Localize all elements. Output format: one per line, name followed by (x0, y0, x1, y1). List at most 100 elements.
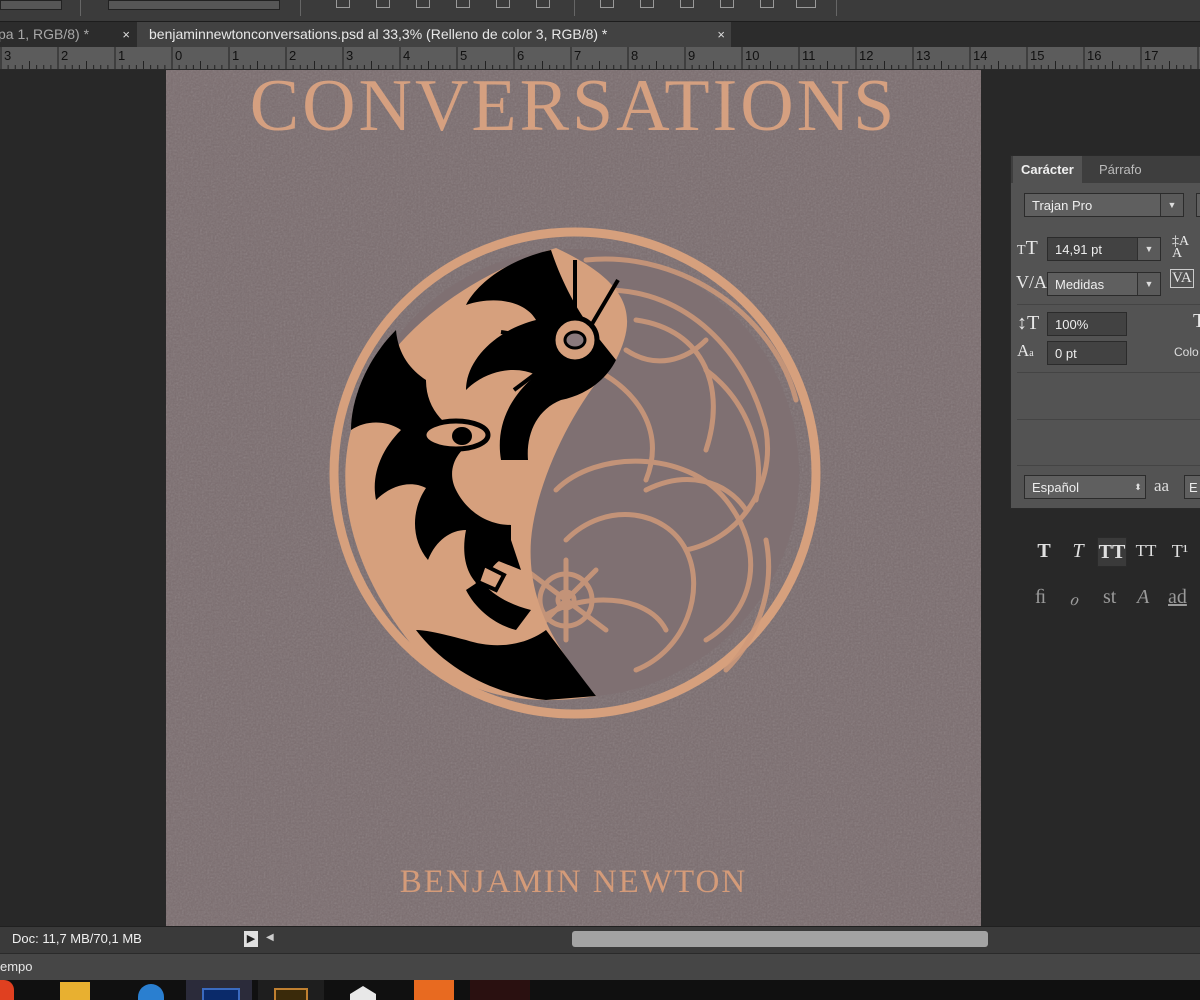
tab-benjaminnewtonconversations[interactable]: benjaminnewtonconversations.psd al 33,3%… (137, 22, 731, 47)
small-caps-button[interactable]: TT (1132, 537, 1160, 565)
chevron-updown-icon: ⬍ (1134, 482, 1142, 492)
close-icon[interactable]: × (717, 22, 725, 47)
leading-icon: ‡A A (1172, 234, 1190, 261)
superscript-button[interactable]: T¹ (1166, 537, 1194, 565)
options-checkbox-field[interactable] (108, 0, 280, 10)
start-icon[interactable] (0, 980, 14, 1000)
align-middle-icon[interactable] (376, 0, 390, 8)
chevron-down-icon: ▼ (1137, 273, 1160, 295)
stylistic-alternates-button[interactable]: ad (1168, 586, 1187, 609)
font-size-field[interactable]: 14,91 pt ▼ (1047, 237, 1161, 261)
emblem-illustration (329, 227, 821, 719)
language-value: Español (1032, 480, 1079, 495)
auto-align-icon[interactable] (796, 0, 816, 8)
distribute-middle-icon[interactable] (640, 0, 654, 8)
ruler-number: 17 (1144, 48, 1159, 63)
ruler-number: 1 (232, 48, 240, 63)
ruler-number: 3 (4, 48, 12, 63)
faux-bold-button[interactable]: T (1030, 537, 1058, 565)
ruler-number: 0 (175, 48, 183, 63)
font-size-value: 14,91 pt (1055, 242, 1102, 257)
language-dropdown[interactable]: Español ⬍ (1024, 475, 1146, 499)
document-canvas[interactable]: CONVERSATIONS BENJAMIN NEWTON (166, 70, 981, 926)
antialias-icon: aa (1154, 476, 1170, 495)
doc-size-info: Doc: 11,7 MB/70,1 MB (12, 931, 142, 946)
panel-divider (1017, 465, 1200, 466)
status-bar: Doc: 11,7 MB/70,1 MB ▶ ◀ (0, 926, 1200, 953)
distribute-left-icon[interactable] (720, 0, 734, 8)
ligatures-button[interactable]: ﬁ (1035, 586, 1046, 609)
browser-icon[interactable] (138, 984, 164, 1000)
play-icon[interactable]: ▶ (244, 931, 258, 947)
all-caps-button[interactable]: TT (1097, 537, 1127, 567)
ruler-number: 3 (346, 48, 354, 63)
kerning-value: Medidas (1055, 277, 1105, 292)
character-panel: Carácter Párrafo Trajan Pro ▼ TT 14,91 p… (1010, 155, 1200, 610)
panel-tabs: Carácter Párrafo (1011, 156, 1200, 183)
font-style-dropdown[interactable] (1196, 193, 1200, 217)
options-separator (574, 0, 575, 16)
panel-divider (1017, 304, 1200, 305)
chevron-down-icon: ▼ (1160, 194, 1183, 216)
panel-divider (1017, 419, 1200, 420)
ruler-number: 5 (460, 48, 468, 63)
chevron-down-icon: ▼ (1137, 238, 1160, 260)
options-separator (80, 0, 81, 16)
distribute-bottom-icon[interactable] (680, 0, 694, 8)
options-separator (300, 0, 301, 16)
ruler-number: 12 (859, 48, 874, 63)
taskbar-item-active[interactable] (186, 980, 252, 1000)
timeline-panel[interactable]: empo (0, 953, 1200, 980)
ruler-number: 11 (802, 48, 816, 63)
tab-caracter[interactable]: Carácter (1013, 156, 1082, 183)
os-taskbar (0, 980, 1200, 1000)
photoshop-icon (202, 988, 240, 1000)
faux-italic-button[interactable]: T (1064, 537, 1092, 565)
distribute-top-icon[interactable] (600, 0, 614, 8)
horizontal-ruler[interactable]: 3 2 1 0 1 2 3 4 5 6 7 8 9 10 11 12 13 14 15 16 17 (0, 47, 1200, 70)
align-center-icon[interactable] (496, 0, 510, 8)
taskbar-item[interactable] (258, 980, 324, 1000)
baseline-shift-field[interactable]: 0 pt (1047, 341, 1127, 365)
align-left-icon[interactable] (456, 0, 470, 8)
align-top-icon[interactable] (336, 0, 350, 8)
baseline-shift-icon: Aa (1017, 341, 1034, 360)
tab-parrafo[interactable]: Párrafo (1091, 156, 1150, 183)
horizontal-scrollbar[interactable] (572, 931, 988, 947)
timeline-label: empo (0, 959, 33, 974)
options-separator (836, 0, 837, 16)
align-bottom-icon[interactable] (416, 0, 430, 8)
kerning-dropdown[interactable]: Medidas ▼ (1047, 272, 1161, 296)
tab-label: benjaminnewtonconversations.psd al 33,3%… (149, 26, 608, 42)
app-icon[interactable] (350, 986, 376, 1000)
options-dropdown[interactable] (0, 0, 62, 10)
vertical-scale-field[interactable]: 100% (1047, 312, 1127, 336)
distribute-right-icon[interactable] (760, 0, 774, 8)
ruler-number: 10 (745, 48, 760, 63)
ruler-number: 16 (1087, 48, 1102, 63)
old-style-button[interactable]: ℴ (1069, 586, 1078, 611)
folder-icon[interactable] (60, 982, 90, 1000)
options-bar (0, 0, 1200, 22)
baseline-shift-value: 0 pt (1055, 346, 1077, 361)
panel-divider (1017, 372, 1200, 373)
close-icon[interactable]: × (122, 22, 130, 47)
discretionary-ligatures-button[interactable]: st (1103, 586, 1116, 609)
font-family-value: Trajan Pro (1032, 198, 1093, 213)
ruler-number: 6 (517, 48, 525, 63)
ruler-number: 13 (916, 48, 931, 63)
antialias-dropdown[interactable]: E (1184, 475, 1200, 499)
font-family-dropdown[interactable]: Trajan Pro ▼ (1024, 193, 1184, 217)
tab-label: pa 1, RGB/8) * (0, 26, 90, 42)
ruler-number: 7 (574, 48, 582, 63)
color-label[interactable]: Colo (1174, 345, 1199, 359)
ruler-number: 8 (631, 48, 639, 63)
office-icon[interactable] (414, 980, 454, 1000)
tab-capa-1[interactable]: pa 1, RGB/8) * × (0, 22, 136, 47)
ruler-number: 4 (403, 48, 411, 63)
scroll-left-icon[interactable]: ◀ (266, 932, 274, 943)
align-right-icon[interactable] (536, 0, 550, 8)
ruler-number: 14 (973, 48, 988, 63)
swash-button[interactable]: A (1137, 586, 1149, 609)
vertical-scale-icon: ↕T (1017, 312, 1040, 334)
